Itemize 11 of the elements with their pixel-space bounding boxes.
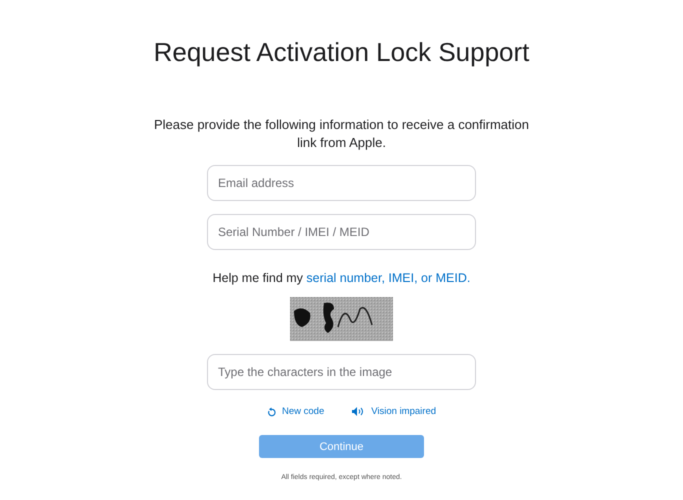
new-code-link[interactable]: New code bbox=[266, 406, 324, 417]
instructions-text: Please provide the following information to receive a confirmation link from Apple. bbox=[152, 116, 530, 152]
speaker-icon bbox=[352, 407, 366, 416]
help-text: Help me find my bbox=[212, 271, 303, 285]
refresh-icon bbox=[266, 406, 276, 416]
input-field[interactable]: Email address bbox=[207, 165, 476, 201]
help-link[interactable]: serial number, IMEI, or MEID. bbox=[306, 271, 470, 285]
vision-impaired-link[interactable]: Vision impaired bbox=[352, 406, 436, 417]
captcha-input-field[interactable]: Type the characters in the image bbox=[207, 354, 476, 390]
input-field[interactable]: Serial Number / IMEI / MEID bbox=[207, 214, 476, 250]
page-title: Request Activation Lock Support bbox=[154, 36, 530, 68]
